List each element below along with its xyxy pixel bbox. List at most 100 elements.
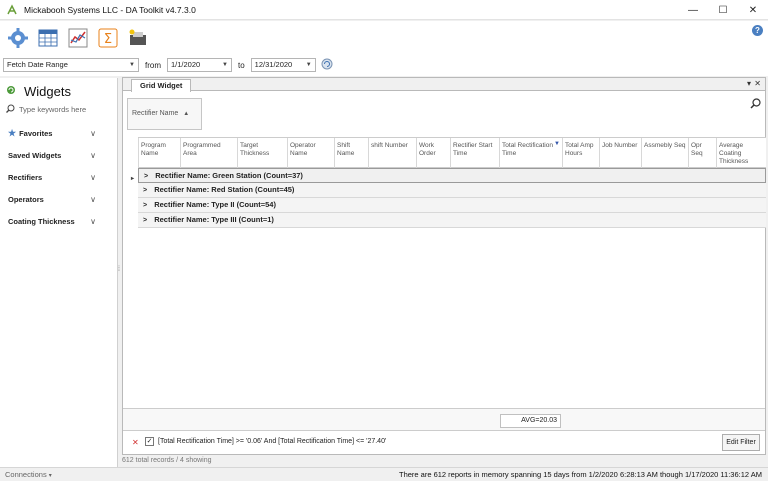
group-row[interactable]: > Rectifier Name: Type II (Count=54) [138,198,766,213]
sidebar-item-label: Saved Widgets [8,150,62,160]
sidebar-item-rectifiers[interactable]: Rectifiers ∨ [8,170,100,184]
group-row-label: Rectifier Name: Red Station (Count=45) [154,185,295,194]
sidebar-item-saved-widgets[interactable]: Saved Widgets ∨ [8,148,100,162]
star-icon: ★ [8,127,17,138]
widgets-sidebar: Widgets Type keywords here ★ Favorites ∨… [0,78,118,467]
sidebar-item-label: Rectifiers [8,172,43,182]
maximize-button[interactable]: ☐ [708,0,738,20]
tab-strip: Grid Widget ▾ ✕ [123,78,765,92]
status-bar: Connections ▾ There are 612 reports in m… [0,467,768,481]
search-placeholder: Type keywords here [19,105,87,114]
column-header[interactable]: Average Coating Thickness [716,138,766,169]
toolbar: Σ ? [0,21,768,54]
search-icon [6,104,15,115]
fetch-range-select[interactable]: Fetch Date Range ▼ [3,58,139,72]
column-header-label: Total Rectification Time [502,142,553,157]
chevron-down-icon: ∨ [90,194,96,204]
column-header[interactable]: Programmed Area [180,138,237,169]
expand-icon[interactable]: > [143,217,147,224]
grid-icon[interactable] [36,26,60,50]
chevron-down-icon: ▼ [305,62,312,68]
group-row-label: Rectifier Name: Type III (Count=1) [154,215,274,224]
widgets-title: Widgets [24,84,71,99]
expand-icon[interactable]: > [143,202,147,209]
widget-search[interactable]: Type keywords here [6,104,86,115]
sort-ascending-icon: ▲ [183,111,190,117]
gear-icon[interactable] [6,26,30,50]
group-row-label: Rectifier Name: Green Station (Count=37) [155,171,303,180]
data-grid: Program Name Programmed Area Target Thic… [131,137,766,228]
window-title: Mickabooh Systems LLC - DA Toolkit v4.7.… [24,4,196,15]
grid-widget-panel: Grid Widget ▾ ✕ Rectifier Name ▲ Program… [122,77,766,455]
group-by-panel[interactable]: Rectifier Name ▲ [127,98,202,130]
widgets-refresh-icon[interactable] [6,85,16,97]
group-row-label: Rectifier Name: Type II (Count=54) [154,200,276,209]
column-header[interactable]: shift Number [368,138,416,169]
export-icon[interactable] [126,26,150,50]
status-message: There are 612 reports in memory spanning… [398,470,762,479]
group-row[interactable]: ▸ > Rectifier Name: Green Station (Count… [131,168,766,183]
connections-menu[interactable]: Connections ▾ [5,470,52,479]
chevron-down-icon: ∨ [90,128,96,138]
from-date-picker[interactable]: 1/1/2020 ▼ [167,58,232,72]
column-header[interactable]: Job Number [599,138,641,169]
summary-footer: AVG=20.03 [123,408,765,430]
column-header[interactable]: Operator Name [287,138,334,169]
column-header[interactable]: Total Amp Hours [562,138,599,169]
app-logo-icon [6,3,18,16]
group-row[interactable]: > Rectifier Name: Type III (Count=1) [138,213,766,228]
to-label: to [238,60,245,70]
tab-menu-icon[interactable]: ▾ [747,79,751,88]
chevron-down-icon: ∨ [90,172,96,182]
sidebar-item-favorites[interactable]: ★ Favorites ∨ [8,126,100,140]
chevron-down-icon: ▾ [48,473,52,479]
to-date-picker[interactable]: 12/31/2020 ▼ [250,58,316,72]
title-bar: Mickabooh Systems LLC - DA Toolkit v4.7.… [0,0,768,20]
filter-icon[interactable]: ▼ [554,140,560,148]
from-date-value: 1/1/2020 [171,60,201,69]
minimize-button[interactable]: — [678,0,708,20]
clear-filter-icon[interactable]: ✕ [132,438,139,447]
sidebar-item-label: Favorites [19,128,53,138]
column-header[interactable]: Rectifier Start Time [450,138,499,169]
column-header[interactable]: Work Order [416,138,450,169]
to-date-value: 12/31/2020 [254,60,293,69]
column-header[interactable]: Opr Seq [688,138,716,169]
sigma-icon[interactable]: Σ [96,26,120,50]
splitter-handle[interactable]: ⁞ [118,266,120,273]
chevron-down-icon: ▼ [222,62,228,68]
close-icon[interactable]: ✕ [754,79,761,88]
chart-icon[interactable] [66,26,90,50]
expand-icon[interactable]: > [143,187,147,194]
record-count: 612 total records / 4 showing [122,457,212,464]
date-filter-row: Fetch Date Range ▼ from 1/1/2020 ▼ to 12… [0,54,768,76]
sidebar-item-operators[interactable]: Operators ∨ [8,192,100,206]
filter-enabled-checkbox[interactable]: ✓ [145,437,154,446]
fetch-range-value: Fetch Date Range [7,60,68,69]
group-by-field: Rectifier Name [132,110,179,117]
sidebar-item-label: Operators [8,194,44,204]
close-window-button[interactable]: ✕ [738,0,768,20]
column-header[interactable]: Target Thickness [237,138,287,169]
chevron-down-icon: ∨ [90,216,96,226]
edit-filter-button[interactable]: Edit Filter [722,434,760,451]
connections-label: Connections [5,470,47,479]
chevron-down-icon: ∨ [90,150,96,160]
svg-text:Σ: Σ [104,32,112,47]
filter-expression[interactable]: [Total Rectification Time] >= '0.06' And… [158,438,386,445]
group-row[interactable]: > Rectifier Name: Red Station (Count=45) [138,183,766,198]
chevron-down-icon: ▼ [129,62,135,68]
column-header[interactable]: Shift Name [334,138,368,169]
tab-grid-widget[interactable]: Grid Widget [131,79,192,92]
sidebar-item-coating-thickness[interactable]: Coating Thickness ∨ [8,214,100,228]
column-header[interactable]: Assmebly Seq [641,138,688,169]
column-header-total-rectification-time[interactable]: Total Rectification Time ▼ [499,138,562,169]
expand-icon[interactable]: > [144,173,148,180]
widgets-header: Widgets [6,84,71,99]
from-label: from [145,60,161,70]
refresh-icon[interactable] [321,58,333,72]
column-header[interactable]: Program Name [138,138,180,169]
search-icon[interactable] [750,98,761,111]
help-icon[interactable]: ? [752,25,763,36]
grid-header: Program Name Programmed Area Target Thic… [138,137,766,169]
